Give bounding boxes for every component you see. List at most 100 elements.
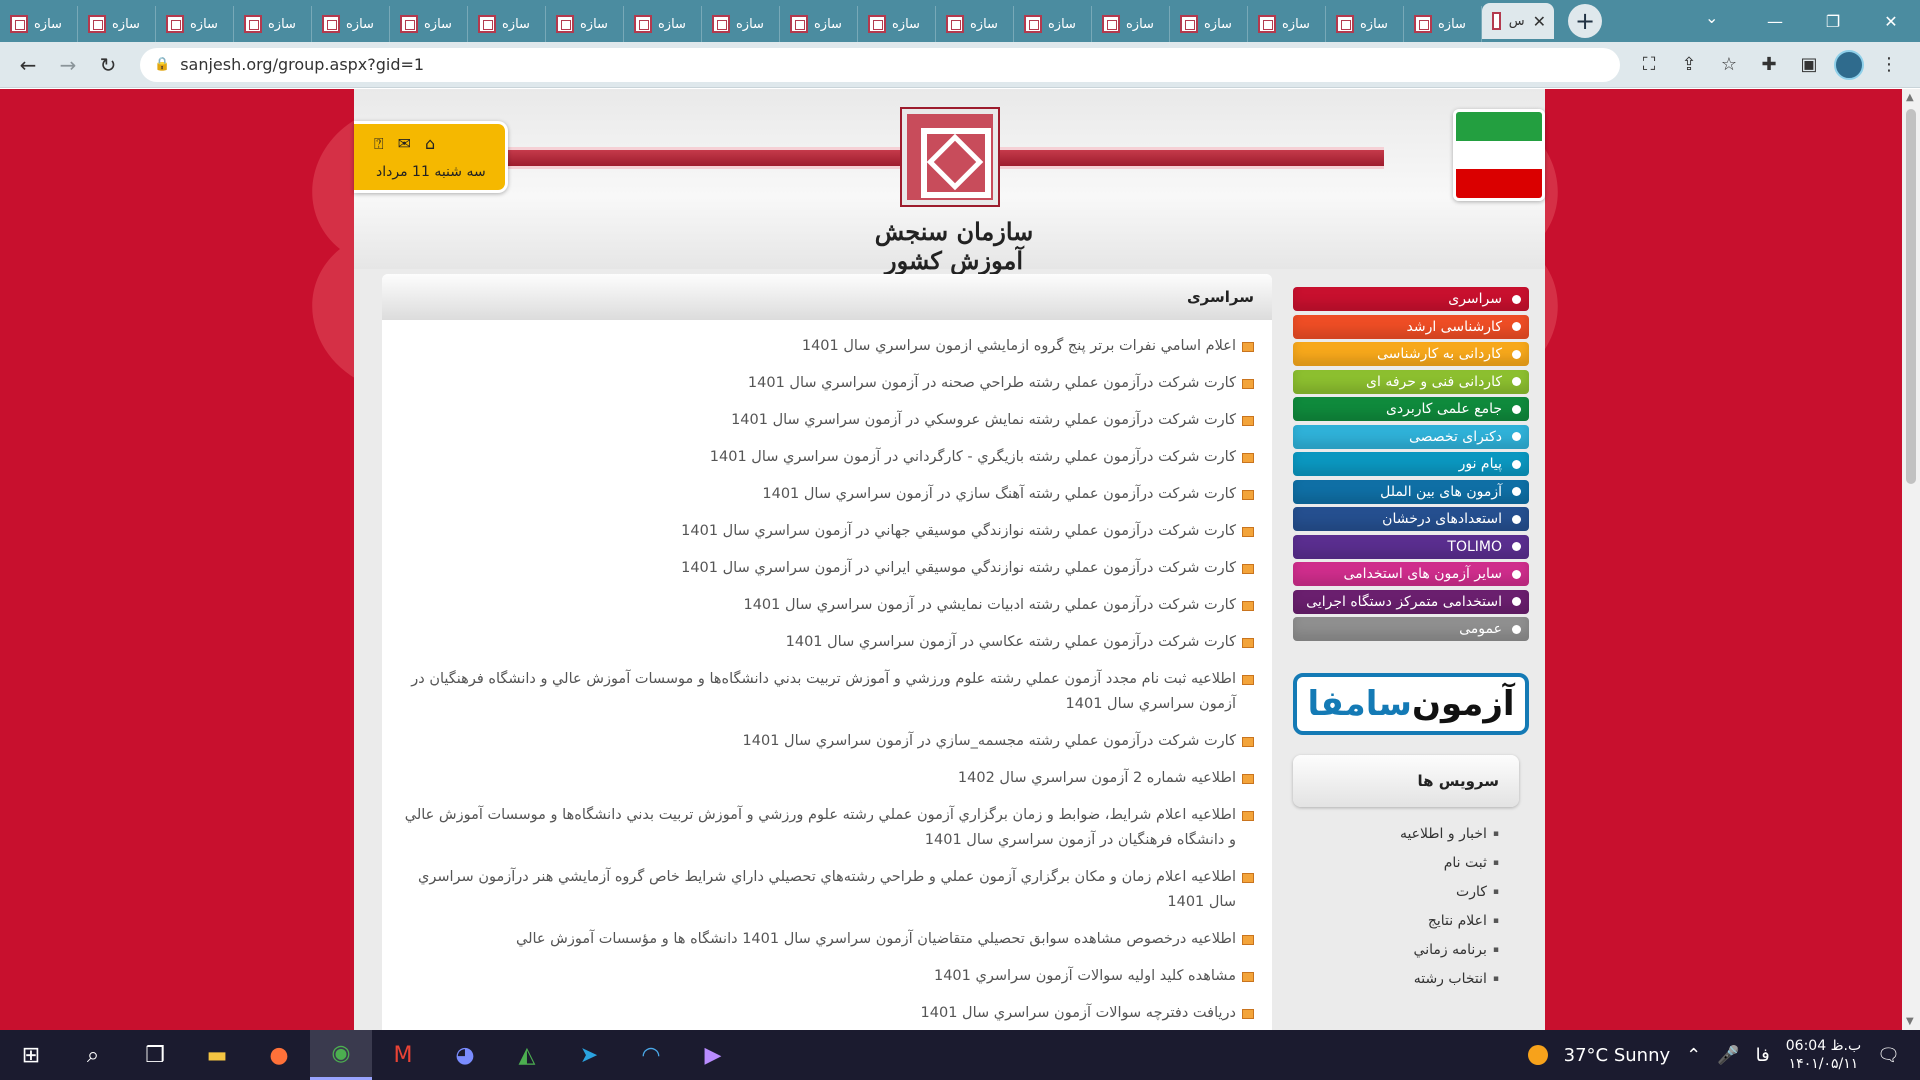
news-link[interactable]: كارت شركت درآزمون عملي رشته آهنگ سازي در… xyxy=(762,482,1236,507)
browser-tab[interactable]: سازه xyxy=(156,6,234,42)
menu-item[interactable]: دکترای تخصصی xyxy=(1293,424,1529,449)
menu-item[interactable]: کاردانی به کارشناسی xyxy=(1293,342,1529,366)
browser-tab[interactable]: سازه xyxy=(234,6,312,42)
bookmark-star-icon[interactable]: ☆ xyxy=(1714,50,1744,80)
browser-tab[interactable]: سازه xyxy=(78,6,156,42)
tab-search-icon[interactable]: ⌄ xyxy=(1705,8,1718,27)
lock-icon[interactable]: 🔒 xyxy=(154,57,170,72)
browser-tab[interactable]: سازه xyxy=(468,6,546,42)
news-item[interactable]: اطلاعيه شماره 2 آزمون سراسري سال 1402 xyxy=(404,766,1254,791)
service-link[interactable]: اعلام نتايج xyxy=(1293,906,1499,935)
profile-avatar[interactable] xyxy=(1834,49,1864,80)
browser-tab[interactable]: سازه xyxy=(936,6,1014,42)
telegram-icon[interactable]: ➤ xyxy=(558,1030,620,1080)
news-item[interactable]: كارت شركت درآزمون عملي رشته نمايش عروسكي… xyxy=(404,408,1254,433)
service-link[interactable]: اخبار و اطلاعیه xyxy=(1293,819,1499,848)
news-link[interactable]: اعلام اسامي نفرات برتر پنج گروه ازمايشي … xyxy=(802,334,1236,359)
new-tab-button[interactable]: + xyxy=(1568,4,1602,38)
browser-tab[interactable]: سازه xyxy=(1248,6,1326,42)
service-link[interactable]: ثبت نام xyxy=(1293,848,1499,877)
side-panel-icon[interactable]: ▣ xyxy=(1794,50,1824,80)
service-link[interactable]: انتخاب رشته xyxy=(1293,964,1499,993)
news-link[interactable]: كارت شركت درآزمون عملي رشته ادبيات نمايش… xyxy=(743,593,1236,618)
translate-icon[interactable]: ⛶ xyxy=(1634,50,1664,80)
discord-icon[interactable]: ◕ xyxy=(434,1030,496,1080)
news-link[interactable]: كارت شركت درآزمون عملي رشته نمايش عروسكي… xyxy=(731,408,1236,433)
task-view-icon[interactable]: ❒ xyxy=(124,1030,186,1080)
back-icon[interactable]: ← xyxy=(8,45,48,85)
news-item[interactable]: كارت شركت درآزمون عملي رشته ادبيات نمايش… xyxy=(404,593,1254,618)
service-link[interactable]: کارت xyxy=(1293,877,1499,906)
news-link[interactable]: مشاهده كليد اوليه سوالات آزمون سراسري 14… xyxy=(934,964,1236,989)
news-link[interactable]: دريافت دفترچه سوالات آزمون سراسري سال 14… xyxy=(921,1001,1236,1026)
gmail-icon[interactable]: M xyxy=(372,1030,434,1080)
notifications-icon[interactable]: 🗨 xyxy=(1877,1045,1900,1066)
close-tab-icon[interactable]: ✕ xyxy=(1533,12,1546,31)
scrollbar-thumb[interactable] xyxy=(1906,109,1916,484)
news-link[interactable]: كارت شركت درآزمون عملي رشته مجسمه_سازي د… xyxy=(743,729,1236,754)
scroll-down-icon[interactable]: ▼ xyxy=(1906,1016,1914,1027)
news-item[interactable]: كارت شركت درآزمون عملي رشته بازيگري - كا… xyxy=(404,445,1254,470)
news-item[interactable]: كارت شركت درآزمون عملي رشته نوازندگي موس… xyxy=(404,519,1254,544)
language-indicator[interactable]: فا xyxy=(1756,1045,1770,1066)
menu-item[interactable]: پیام نور xyxy=(1293,452,1529,476)
sanjesh-logo[interactable] xyxy=(900,107,1000,207)
microphone-icon[interactable]: 🎤 xyxy=(1717,1045,1739,1066)
clock[interactable]: 06:04 ب.ظ ۱۴۰۱/۰۵/۱۱ xyxy=(1786,1037,1861,1073)
page-scrollbar[interactable]: ▲ ▼ xyxy=(1902,89,1920,1030)
home-icon[interactable]: ⌂ xyxy=(425,134,435,154)
browser-tab[interactable]: سازه xyxy=(702,6,780,42)
mail-icon[interactable]: ✉ xyxy=(398,134,411,154)
browser-tab[interactable]: سازه xyxy=(858,6,936,42)
minimize-icon[interactable]: — xyxy=(1746,12,1804,31)
news-item[interactable]: كارت شركت درآزمون عملي رشته مجسمه_سازي د… xyxy=(404,729,1254,754)
reload-icon[interactable]: ↻ xyxy=(88,45,128,85)
start-icon[interactable]: ⊞ xyxy=(0,1030,62,1080)
samfa-banner[interactable]: آزمون سامفا xyxy=(1293,673,1529,735)
close-window-icon[interactable]: ✕ xyxy=(1862,12,1920,31)
browser-tab[interactable]: سازه xyxy=(624,6,702,42)
weather-text[interactable]: 37°C Sunny xyxy=(1564,1045,1671,1066)
firefox-icon[interactable]: ● xyxy=(248,1030,310,1080)
file-explorer-icon[interactable]: ▬ xyxy=(186,1030,248,1080)
browser-tab[interactable]: سازه xyxy=(1404,6,1482,42)
browser-tab[interactable]: سازه xyxy=(1326,6,1404,42)
forward-icon[interactable]: → xyxy=(48,45,88,85)
visual-studio-icon[interactable]: ▶ xyxy=(682,1030,744,1080)
news-item[interactable]: اطلاعيه اعلام شرايط، ضوابط و زمان برگزار… xyxy=(404,803,1254,853)
chrome-icon[interactable]: ◉ xyxy=(310,1030,372,1080)
news-link[interactable]: كارت شركت درآزمون عملي رشته بازيگري - كا… xyxy=(710,445,1236,470)
news-link[interactable]: اطلاعيه اعلام زمان و مكان برگزاري آزمون … xyxy=(404,865,1236,915)
menu-item[interactable]: سراسری xyxy=(1293,287,1529,311)
browser-tab[interactable]: سازه xyxy=(0,6,78,42)
news-link[interactable]: اطلاعيه شماره 2 آزمون سراسري سال 1402 xyxy=(958,766,1236,791)
news-link[interactable]: اطلاعيه ثبت نام مجدد آزمون عملي رشته علو… xyxy=(404,667,1236,717)
browser-tab[interactable]: سازه xyxy=(1170,6,1248,42)
news-link[interactable]: كارت شركت درآزمون عملي رشته طراحي صحنه د… xyxy=(748,371,1236,396)
news-link[interactable]: كارت شركت درآزمون عملي رشته نوازندگي موس… xyxy=(681,519,1236,544)
menu-item[interactable]: جامع علمی کاربردی xyxy=(1293,397,1529,421)
menu-item[interactable]: استخدامی متمرکز دستگاه اجرایی xyxy=(1293,589,1529,614)
news-link[interactable]: كارت شركت درآزمون عملي رشته نوازندگي موس… xyxy=(681,556,1236,581)
news-item[interactable]: اطلاعيه ثبت نام مجدد آزمون عملي رشته علو… xyxy=(404,667,1254,717)
weather-icon[interactable] xyxy=(1527,1045,1548,1065)
app-icon[interactable]: ◠ xyxy=(620,1030,682,1080)
news-link[interactable]: اطلاعيه اعلام شرايط، ضوابط و زمان برگزار… xyxy=(404,803,1236,853)
search-icon[interactable]: ⌕ xyxy=(62,1030,124,1080)
menu-item[interactable]: کارشناسی ارشد xyxy=(1293,314,1529,339)
browser-tab[interactable]: سازه xyxy=(1014,6,1092,42)
extensions-icon[interactable]: ✚ xyxy=(1754,50,1784,80)
menu-item[interactable]: کاردانی فنی و حرفه ای xyxy=(1293,369,1529,394)
news-item[interactable]: كارت شركت درآزمون عملي رشته طراحي صحنه د… xyxy=(404,371,1254,396)
browser-tab[interactable]: سازه xyxy=(546,6,624,42)
scroll-up-icon[interactable]: ▲ xyxy=(1906,92,1914,103)
help-icon[interactable]: ⍰ xyxy=(374,134,384,154)
service-link[interactable]: برنامه زماني xyxy=(1293,935,1499,964)
menu-item[interactable]: TOLIMO xyxy=(1293,534,1529,559)
news-item[interactable]: اطلاعيه درخصوص مشاهده سوابق تحصيلي متقاض… xyxy=(404,927,1254,952)
menu-item[interactable]: آزمون های بین الملل xyxy=(1293,479,1529,504)
menu-icon[interactable]: ⋮ xyxy=(1874,50,1904,80)
news-item[interactable]: دريافت دفترچه سوالات آزمون سراسري سال 14… xyxy=(404,1001,1254,1026)
news-item[interactable]: مشاهده كليد اوليه سوالات آزمون سراسري 14… xyxy=(404,964,1254,989)
browser-tab[interactable]: سازه xyxy=(780,6,858,42)
